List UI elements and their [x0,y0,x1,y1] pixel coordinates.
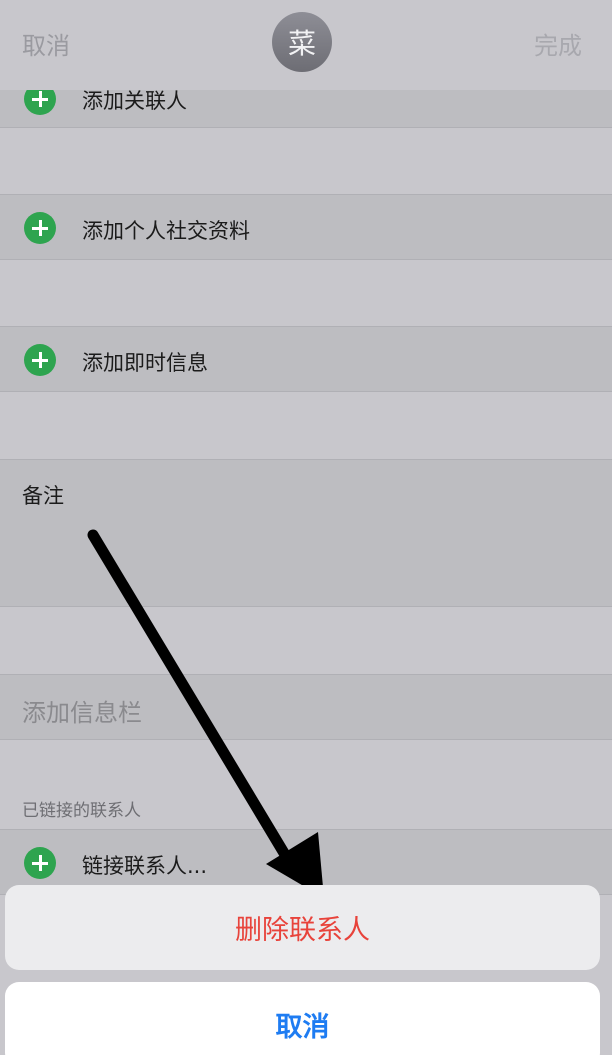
notes-field[interactable]: 备注 [0,459,612,607]
nav-done-button[interactable]: 完成 [534,26,582,61]
contact-edit-screen: 添加关联人 添加个人社交资料 添加即时信息 备注 添加信息栏 已链接的联系人 链… [0,0,612,1055]
add-plus-icon[interactable] [24,344,56,376]
nav-cancel-button[interactable]: 取消 [22,26,70,61]
add-field-row[interactable]: 添加信息栏 [0,674,612,740]
add-plus-icon[interactable] [24,847,56,879]
add-instant-message-row[interactable]: 添加即时信息 [0,326,612,392]
delete-contact-label: 删除联系人 [235,915,370,946]
delete-contact-button[interactable]: 删除联系人 [5,885,600,970]
add-field-label: 添加信息栏 [22,699,142,727]
add-social-profile-row[interactable]: 添加个人社交资料 [0,194,612,260]
linked-contacts-header: 已链接的联系人 [22,801,141,821]
avatar-initial: 菜 [287,27,316,60]
add-instant-message-label: 添加即时信息 [82,351,208,375]
action-sheet-cancel-label: 取消 [275,1012,330,1043]
navigation-bar: 取消 菜 完成 [0,0,612,90]
add-plus-icon[interactable] [24,212,56,244]
add-social-profile-label: 添加个人社交资料 [82,219,250,243]
action-sheet-cancel-button[interactable]: 取消 [5,982,600,1055]
avatar[interactable]: 菜 [272,12,332,72]
link-contact-label: 链接联系人... [82,854,208,878]
notes-label: 备注 [22,484,64,508]
